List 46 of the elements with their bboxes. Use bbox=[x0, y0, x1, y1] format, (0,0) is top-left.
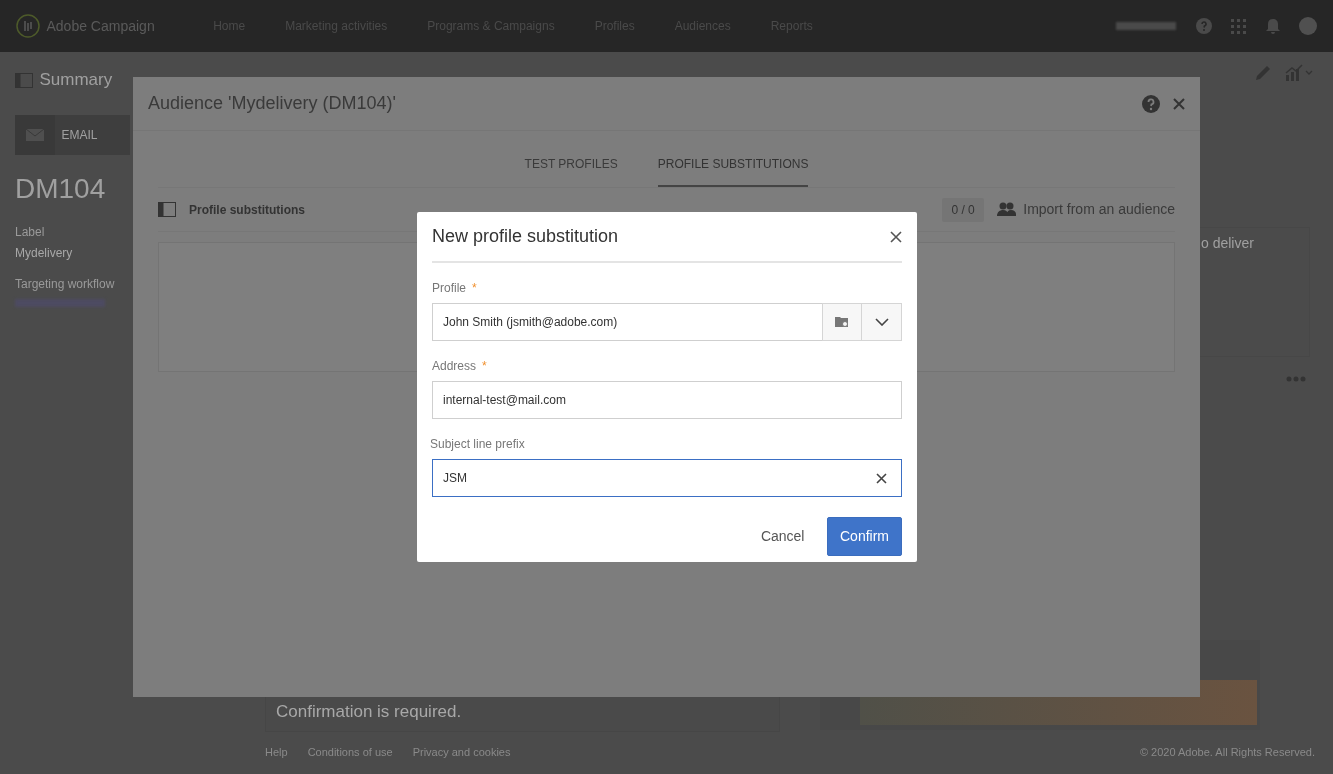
confirm-button[interactable]: Confirm bbox=[827, 517, 902, 556]
help-icon[interactable] bbox=[1142, 94, 1160, 113]
dialog-title: New profile substitution bbox=[432, 225, 619, 248]
field-label: Subject line prefix bbox=[430, 436, 525, 453]
dropdown-button[interactable] bbox=[862, 303, 902, 341]
browse-button[interactable] bbox=[822, 303, 862, 341]
section-title: Profile substitutions bbox=[189, 201, 305, 219]
more-icon[interactable] bbox=[1286, 375, 1306, 382]
required-mark: * bbox=[482, 358, 487, 375]
help-icon[interactable] bbox=[1195, 18, 1212, 34]
footer-link[interactable]: Privacy and cookies bbox=[412, 744, 511, 761]
avatar-icon[interactable] bbox=[1299, 17, 1317, 35]
people-icon bbox=[996, 200, 1017, 219]
message-text: Confirmation is required. bbox=[275, 701, 463, 723]
stat-label: o deliver bbox=[1200, 234, 1255, 253]
input-field[interactable]: John Smith (jsmith@adobe.com) bbox=[432, 303, 822, 341]
footer-link[interactable]: Help bbox=[265, 744, 288, 761]
copyright: © 2020 Adobe. All Rights Reserved. bbox=[1139, 745, 1315, 760]
close-icon[interactable] bbox=[1173, 97, 1185, 110]
field-label: Profile bbox=[432, 280, 466, 297]
required-mark: * bbox=[472, 280, 477, 297]
cancel-button[interactable]: Cancel bbox=[744, 517, 821, 556]
field-value: Mydelivery bbox=[15, 244, 73, 262]
chevron-down-icon bbox=[874, 318, 889, 326]
panel-icon bbox=[15, 72, 33, 88]
field-label: Label bbox=[15, 223, 45, 241]
channel-name: EMAIL bbox=[61, 126, 98, 144]
bell-icon[interactable] bbox=[1265, 18, 1280, 34]
pencil-icon[interactable] bbox=[1254, 64, 1272, 82]
dialog-title: Audience 'Mydelivery (DM104)' bbox=[148, 92, 396, 115]
panel-icon bbox=[158, 202, 176, 217]
delivery-code: DM104 bbox=[15, 171, 106, 206]
input-field[interactable]: internal-test@mail.com bbox=[432, 381, 902, 419]
tab[interactable]: TEST PROFILES bbox=[524, 143, 618, 187]
chart-dropdown-icon[interactable] bbox=[1285, 64, 1315, 82]
field-label: Targeting workflow bbox=[15, 275, 115, 293]
folder-search-icon bbox=[835, 316, 849, 328]
page-title: Summary bbox=[39, 69, 113, 92]
import-button[interactable]: Import from an audience bbox=[996, 199, 1175, 220]
logo-icon[interactable] bbox=[16, 14, 40, 38]
tab[interactable]: PROFILE SUBSTITUTIONS bbox=[657, 143, 809, 187]
field-label: Address bbox=[432, 358, 477, 375]
footer-link[interactable]: Conditions of use bbox=[307, 744, 393, 761]
apps-grid-icon[interactable] bbox=[1231, 18, 1246, 34]
close-icon[interactable] bbox=[890, 230, 902, 243]
counter-badge: 0 / 0 bbox=[942, 197, 984, 222]
